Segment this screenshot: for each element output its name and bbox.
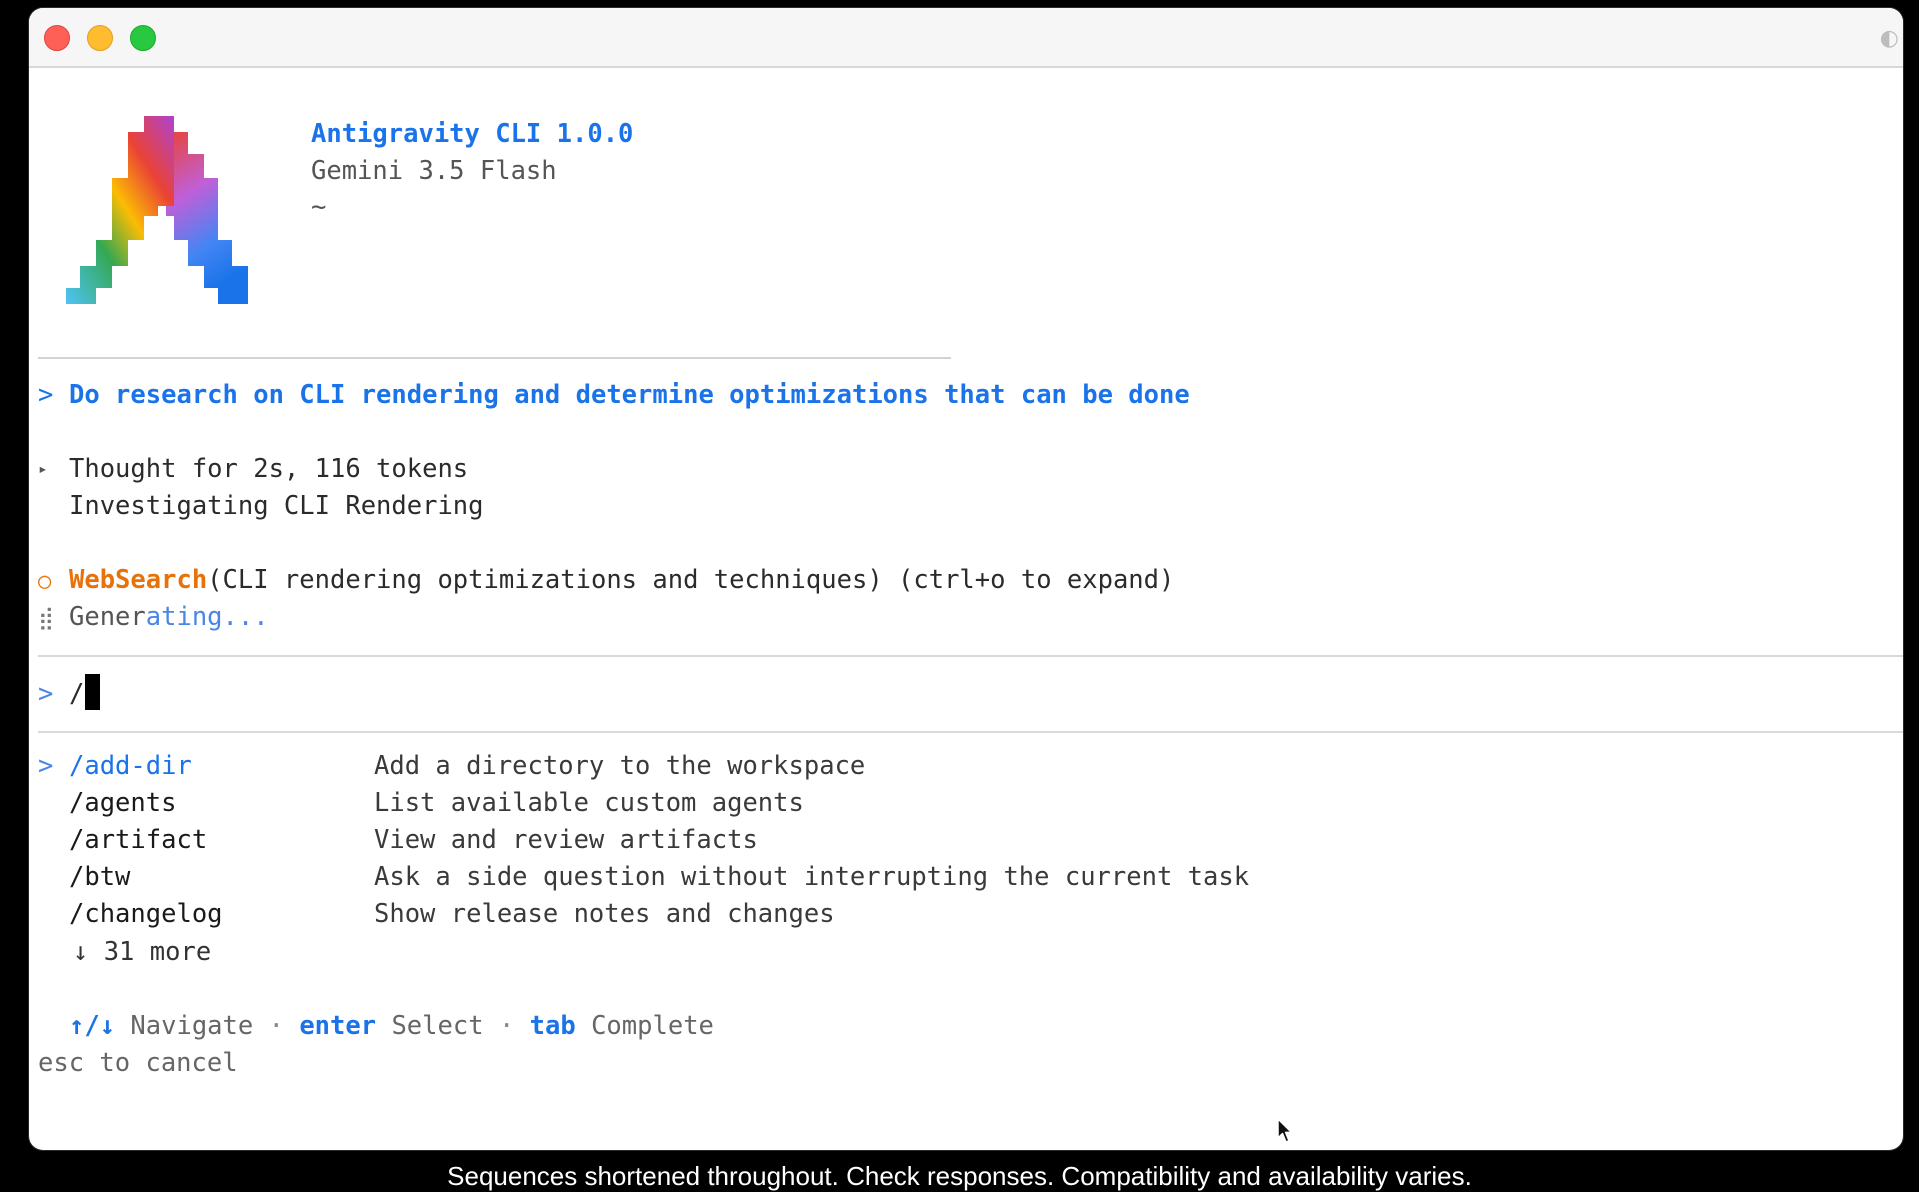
thought-title: Investigating CLI Rendering bbox=[69, 491, 484, 521]
command-item-artifact[interactable]: /artifact View and review artifacts bbox=[38, 823, 758, 857]
close-button[interactable] bbox=[44, 25, 70, 51]
command-item-changelog[interactable]: /changelog Show release notes and changes bbox=[38, 897, 835, 931]
enter-key: enter bbox=[299, 1011, 377, 1041]
title-bar: ◐ bbox=[29, 8, 1903, 68]
circle-outline-icon: ○ bbox=[38, 569, 52, 594]
command-description: List available custom agents bbox=[374, 788, 804, 818]
command-name: /add-dir bbox=[69, 751, 192, 781]
more-commands-indicator[interactable]: ↓ 31 more bbox=[73, 935, 211, 969]
generating-text-b: ating... bbox=[145, 602, 269, 632]
command-name: /agents bbox=[69, 788, 177, 818]
input-bottom-divider bbox=[38, 731, 1903, 733]
thought-summary-text: Thought for 2s, 116 tokens bbox=[69, 454, 469, 484]
tab-key: tab bbox=[529, 1011, 576, 1041]
terminal-window: ◐ Antigravity CLI 1.0.0 Gemini 3.5 Flash… bbox=[29, 8, 1903, 1150]
mouse-pointer-icon bbox=[1277, 1118, 1293, 1143]
nav-label: Navigate bbox=[130, 1011, 254, 1041]
command-name: /artifact bbox=[69, 825, 208, 855]
command-item-btw[interactable]: /btw Ask a side question without interrup… bbox=[38, 860, 1249, 894]
input-top-divider bbox=[38, 655, 1903, 657]
generating-status: ⣾ Generating... bbox=[38, 600, 269, 636]
tab-label: Complete bbox=[591, 1011, 714, 1041]
generating-text-a: Gener bbox=[69, 602, 146, 632]
command-description: Show release notes and changes bbox=[374, 899, 835, 929]
command-description: View and review artifacts bbox=[374, 825, 758, 855]
command-name: /btw bbox=[69, 862, 131, 892]
command-description: Add a directory to the workspace bbox=[374, 751, 866, 781]
command-item-agents[interactable]: /agents List available custom agents bbox=[38, 786, 804, 820]
tool-name: WebSearch bbox=[69, 565, 208, 595]
antigravity-logo-icon bbox=[66, 116, 248, 304]
minimize-button[interactable] bbox=[87, 25, 113, 51]
model-name: Gemini 3.5 Flash bbox=[311, 156, 557, 186]
terminal-content: Antigravity CLI 1.0.0 Gemini 3.5 Flash ~… bbox=[29, 68, 1903, 1150]
braille-spinner-icon: ⣾ bbox=[38, 606, 55, 631]
selection-chevron-icon: > bbox=[38, 751, 54, 781]
command-input[interactable]: > / bbox=[38, 674, 101, 711]
keyboard-hints: ↑/↓ Navigate · enter Select · tab Comple… bbox=[69, 1009, 714, 1043]
app-title: Antigravity CLI 1.0.0 bbox=[311, 119, 634, 149]
tool-args: (CLI rendering optimizations and techniq… bbox=[207, 565, 1175, 595]
tool-call-line: ○ WebSearch(CLI rendering optimizations a… bbox=[38, 563, 1174, 599]
user-prompt-line: > Do research on CLI rendering and determ… bbox=[38, 378, 1190, 412]
video-caption: Sequences shortened throughout. Check re… bbox=[447, 1161, 1472, 1191]
user-prompt-text: Do research on CLI rendering and determi… bbox=[69, 380, 1190, 410]
command-description: Ask a side question without interrupting… bbox=[374, 862, 1250, 892]
command-item-add-dir[interactable]: > /add-dir Add a directory to the workspac… bbox=[38, 749, 865, 783]
maximize-button[interactable] bbox=[130, 25, 156, 51]
chevron-right-icon: > bbox=[38, 380, 54, 410]
working-directory: ~ bbox=[311, 192, 327, 222]
header-divider bbox=[38, 357, 951, 359]
esc-hint: esc to cancel bbox=[38, 1048, 238, 1078]
thought-summary[interactable]: ▸ Thought for 2s, 116 tokens bbox=[38, 452, 468, 486]
input-chevron-icon: > bbox=[38, 679, 54, 709]
text-cursor bbox=[85, 674, 101, 710]
input-value[interactable]: / bbox=[69, 679, 84, 709]
separator: · bbox=[498, 1011, 515, 1041]
enter-label: Select bbox=[391, 1011, 484, 1041]
command-name: /changelog bbox=[69, 899, 223, 929]
triangle-right-icon[interactable]: ▸ bbox=[38, 452, 69, 486]
separator: · bbox=[268, 1011, 284, 1041]
nav-key: ↑/↓ bbox=[69, 1011, 116, 1041]
titlebar-edge-icon: ◐ bbox=[1879, 26, 1899, 51]
